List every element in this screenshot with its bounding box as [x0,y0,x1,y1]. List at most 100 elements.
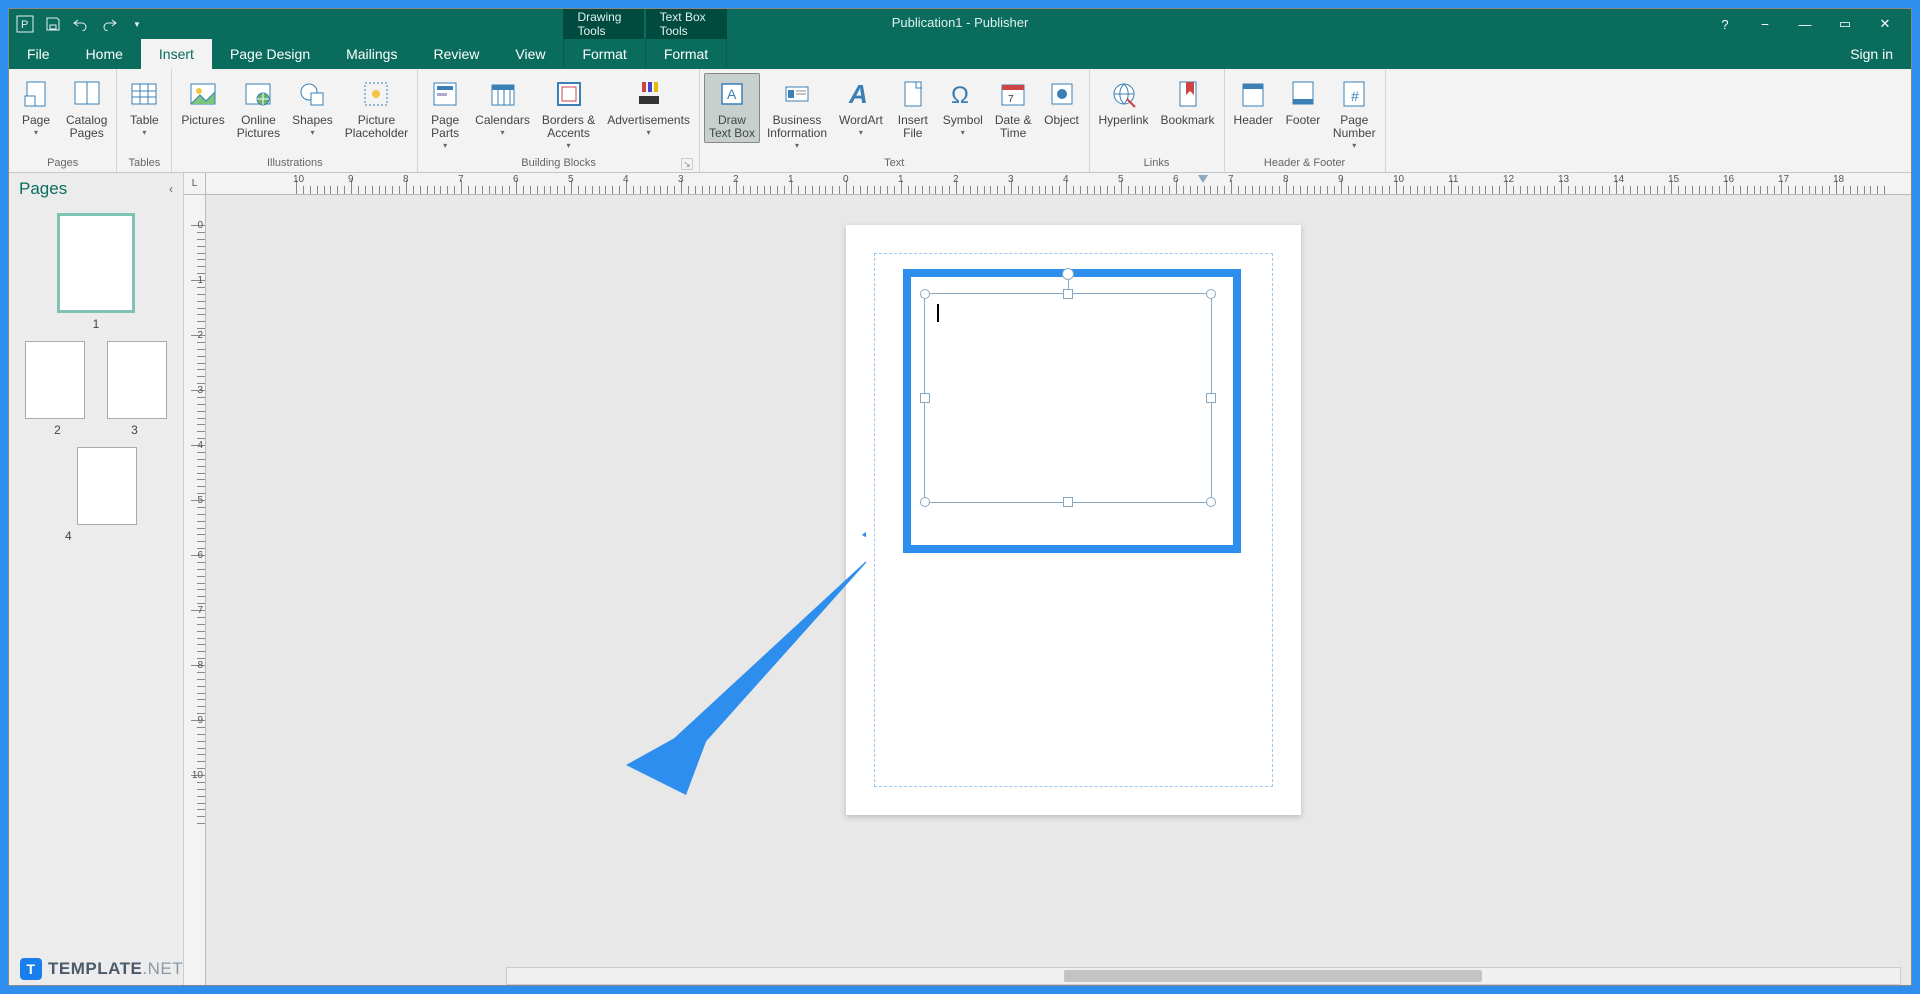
ribbon-btn-page[interactable]: PageParts▾ [422,73,468,153]
page-thumbnail-3[interactable] [107,341,167,419]
text-cursor [937,304,939,322]
text-box-selected[interactable] [924,293,1212,503]
page-thumbnail-4[interactable] [77,447,137,525]
ribbon-btn-advertisements[interactable]: Advertisements▾ [602,73,695,140]
ribbon-btn-page[interactable]: #PageNumber▾ [1328,73,1381,153]
ribbon-btn-bookmark[interactable]: Bookmark [1156,73,1220,130]
ribbon-group-label: Pages [13,155,112,172]
ruler-guide-marker[interactable] [1198,175,1208,183]
insert-icon [895,76,931,112]
resize-handle-ml[interactable] [920,393,930,403]
ribbon-btn-pictures[interactable]: Pictures [176,73,229,130]
chevron-down-icon: ▾ [1352,141,1356,150]
ribbon-btn-label: Calendars [475,114,530,127]
tab-mailings[interactable]: Mailings [328,39,415,69]
ribbon-btn-label: Advertisements [607,114,690,127]
ribbon-display-icon[interactable]: ⎯ [1747,12,1783,36]
minimize-icon[interactable]: — [1787,12,1823,36]
ribbon-btn-draw[interactable]: ADrawText Box [704,73,760,143]
close-icon[interactable]: ✕ [1867,12,1903,36]
watermark-brand: TEMPLATE [48,959,142,978]
resize-handle-tr[interactable] [1206,289,1216,299]
ribbon-btn-table[interactable]: Table▾ [121,73,167,140]
qat-customize-caret[interactable]: ▼ [127,14,147,34]
chevron-down-icon: ▾ [310,128,314,137]
ribbon-group-building-blocks: PageParts▾Calendars▾Borders &Accents▾Adv… [418,69,700,172]
page-thumbnail-1[interactable] [57,213,135,313]
ribbon-btn-footer[interactable]: Footer [1280,73,1326,130]
title-text: Publication1 - Publisher [892,15,1029,30]
redo-icon[interactable] [99,14,119,34]
ribbon-btn-wordart[interactable]: AWordArt▾ [834,73,888,140]
collapse-pages-icon[interactable]: ‹ [169,182,173,196]
undo-icon[interactable] [71,14,91,34]
ribbon-btn-borders-[interactable]: Borders &Accents▾ [537,73,600,153]
ruler-corner[interactable]: L [184,173,206,195]
chevron-down-icon: ▾ [443,141,447,150]
tab-file[interactable]: File [9,39,68,69]
page-icon [427,76,463,112]
vertical-ruler[interactable]: 012345678910 [184,195,206,985]
tab-page-design[interactable]: Page Design [212,39,328,69]
ribbon-btn-online[interactable]: OnlinePictures [232,73,285,143]
ribbon-btn-label: CatalogPages [66,114,107,140]
chevron-down-icon: ▾ [142,128,146,137]
tab-review[interactable]: Review [415,39,497,69]
ribbon-btn-label: Hyperlink [1099,114,1149,127]
ribbon-btn-date-[interactable]: 7Date &Time [990,73,1037,143]
resize-handle-tm[interactable] [1063,289,1073,299]
tab-format-drawing[interactable]: Format [563,39,645,69]
chevron-down-icon: ▾ [34,128,38,137]
ribbon-btn-label: InsertFile [898,114,928,140]
canvas-viewport[interactable] [206,195,1911,985]
save-icon[interactable] [43,14,63,34]
ribbon-btn-hyperlink[interactable]: Hyperlink [1094,73,1154,130]
borders--icon [551,76,587,112]
horizontal-scrollbar[interactable] [506,967,1901,985]
ribbon-group-label: Building Blocks↘ [422,155,695,172]
resize-handle-tl[interactable] [920,289,930,299]
ribbon-group-pages: Page▾ CatalogPages Pages [9,69,117,172]
chevron-down-icon: ▾ [567,141,571,150]
dialog-launcher-icon[interactable]: ↘ [681,158,693,170]
page-canvas[interactable] [846,225,1301,815]
ribbon-btn-picture[interactable]: PicturePlaceholder [340,73,413,143]
ribbon-btn-label: Bookmark [1161,114,1215,127]
sign-in-link[interactable]: Sign in [1832,39,1911,69]
ribbon: Page▾CatalogPagesPagesTable▾TablesPictur… [9,69,1911,173]
ribbon-btn-catalog[interactable]: CatalogPages [61,73,112,143]
draw-icon: A [714,76,750,112]
ribbon-btn-label: Object [1044,114,1079,127]
ribbon-btn-page[interactable]: Page▾ [13,73,59,140]
online-icon [240,76,276,112]
ribbon-btn-label: Page [22,114,50,127]
resize-handle-bm[interactable] [1063,497,1073,507]
page-thumbnail-label: 2 [54,423,61,437]
tab-view[interactable]: View [497,39,563,69]
tab-insert[interactable]: Insert [141,39,212,69]
maximize-icon[interactable]: ▭ [1827,12,1863,36]
ribbon-btn-calendars[interactable]: Calendars▾ [470,73,535,140]
ribbon-btn-business[interactable]: BusinessInformation▾ [762,73,832,153]
tab-home[interactable]: Home [68,39,141,69]
page-thumbnail-label: 1 [19,317,173,331]
page-icon: # [1336,76,1372,112]
svg-text:7: 7 [1008,94,1014,105]
footer-icon [1285,76,1321,112]
header-icon [1235,76,1271,112]
horizontal-ruler[interactable]: 109876543210123456789101112131415161718 [206,173,1911,195]
page-thumbnail-2[interactable] [25,341,85,419]
tab-format-textbox[interactable]: Format [646,39,727,69]
calendars-icon [485,76,521,112]
ribbon-btn-insert[interactable]: InsertFile [890,73,936,143]
help-icon[interactable]: ? [1707,12,1743,36]
ribbon-btn-symbol[interactable]: ΩSymbol▾ [938,73,988,140]
resize-handle-bl[interactable] [920,497,930,507]
rotate-handle[interactable] [1062,268,1074,280]
ribbon-btn-shapes[interactable]: Shapes▾ [287,73,338,140]
ribbon-btn-object[interactable]: Object [1039,73,1085,130]
resize-handle-mr[interactable] [1206,393,1216,403]
resize-handle-br[interactable] [1206,497,1216,507]
ribbon-btn-header[interactable]: Header [1229,73,1278,130]
ribbon-btn-label: Footer [1286,114,1321,127]
